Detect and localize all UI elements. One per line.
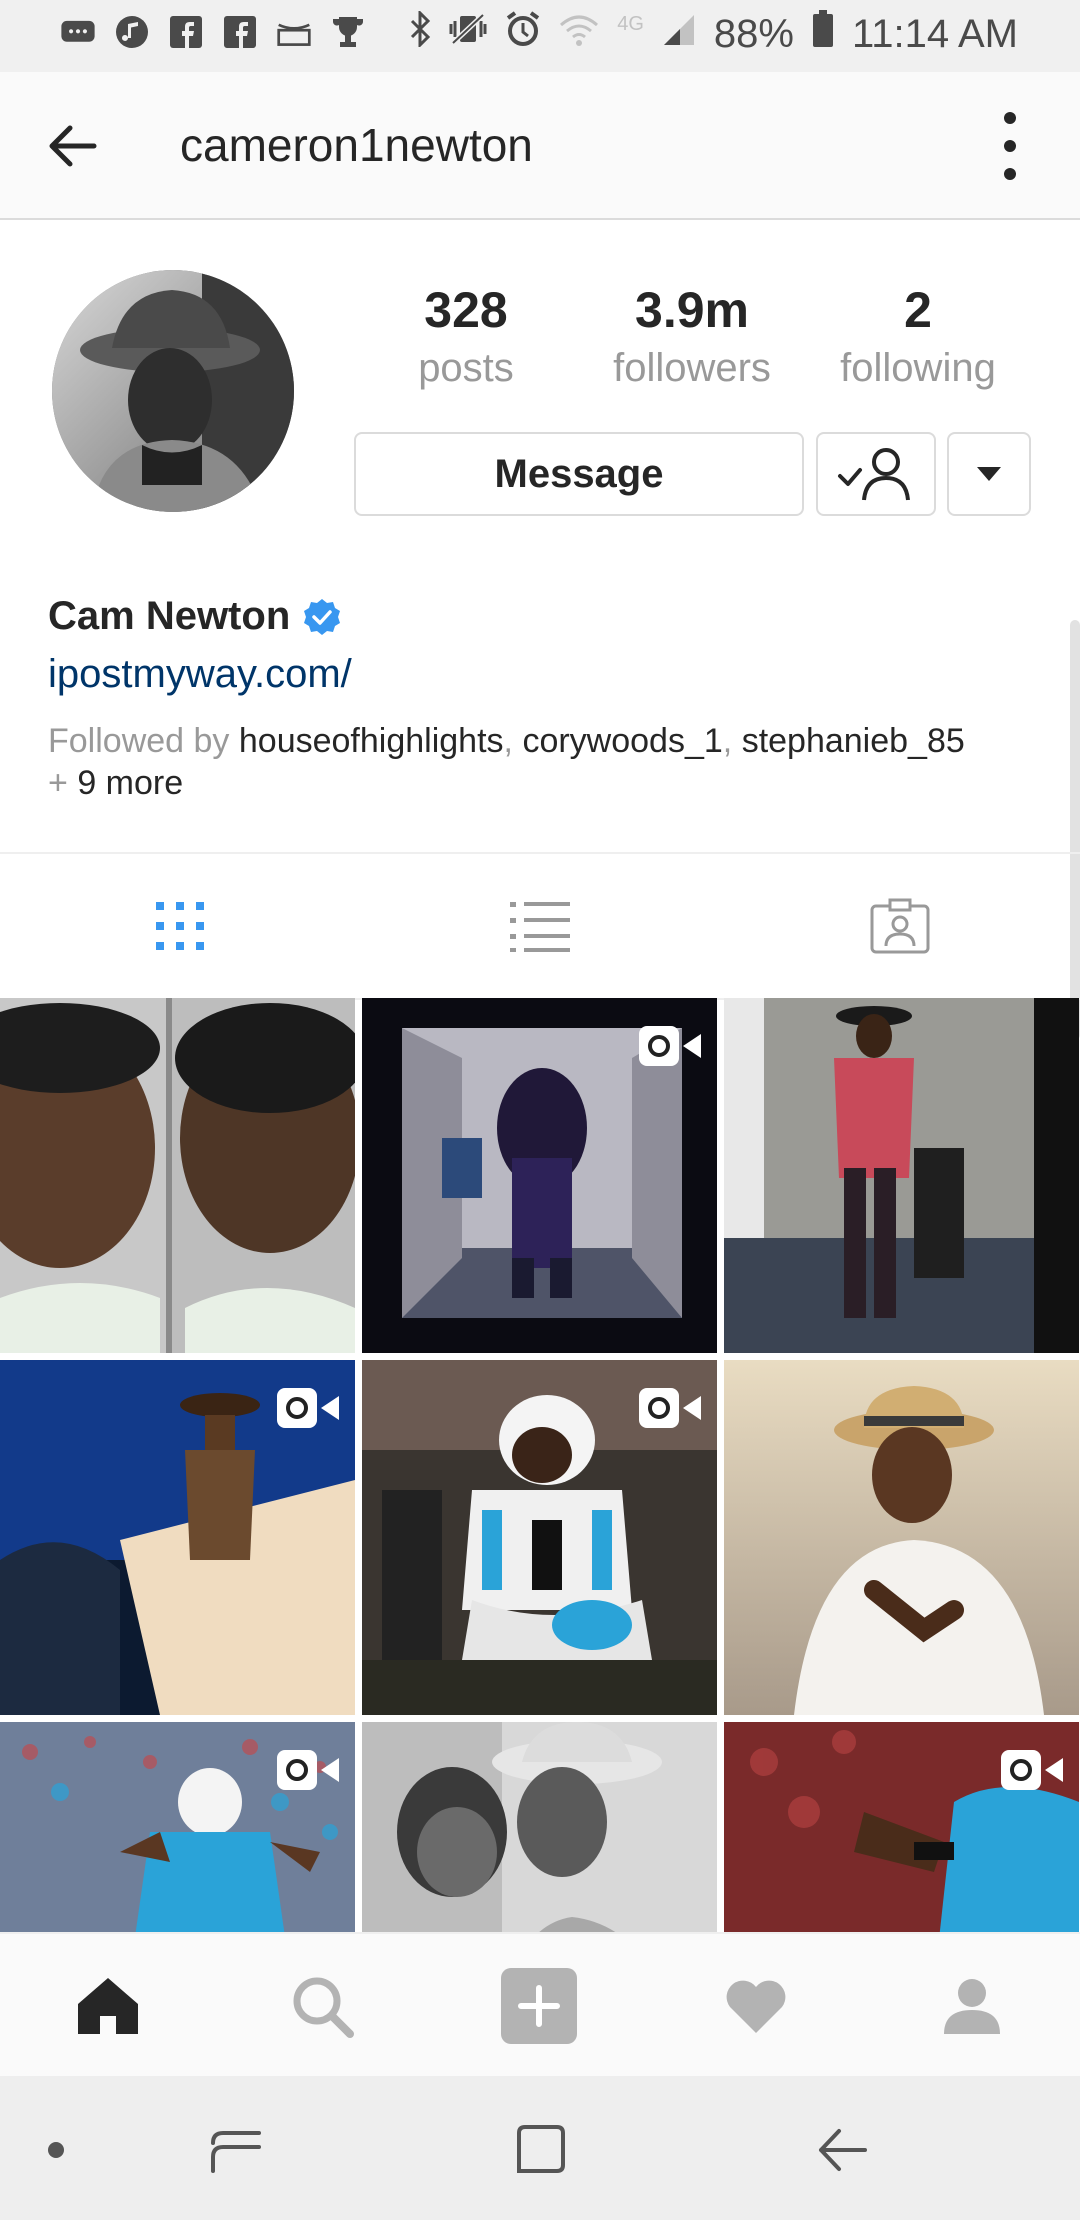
video-indicator-icon xyxy=(637,1386,703,1430)
grid-icon xyxy=(156,902,204,950)
heart-icon xyxy=(726,1980,786,2033)
system-navigation xyxy=(0,2076,1080,2220)
nav-new-post[interactable] xyxy=(499,1966,579,2046)
mutual-follower[interactable]: corywoods_1 xyxy=(522,722,722,760)
nav-home[interactable] xyxy=(68,1966,148,2046)
network-type: 4G xyxy=(617,12,644,35)
profile-icon xyxy=(944,1979,1000,2034)
nav-activity[interactable] xyxy=(716,1966,796,2046)
post-thumbnail[interactable] xyxy=(0,1722,355,1932)
video-indicator-icon xyxy=(275,1748,341,1792)
post-thumbnail[interactable] xyxy=(0,1360,355,1715)
recents-icon xyxy=(211,2131,261,2173)
message-button[interactable]: Message xyxy=(354,432,804,516)
back-icon xyxy=(819,2129,867,2171)
app-header: cameron1newton xyxy=(0,72,1080,220)
caret-down-icon xyxy=(977,467,1001,481)
following-count[interactable]: 2 following xyxy=(818,282,1018,398)
followers-value: 3.9m xyxy=(635,282,749,338)
profile-name: Cam Newton xyxy=(48,594,342,639)
more-prefix: + xyxy=(48,764,78,802)
more-options-button[interactable] xyxy=(980,112,1040,180)
following-status-button[interactable] xyxy=(816,432,936,516)
wifi-icon xyxy=(559,12,599,57)
separator: , xyxy=(503,722,523,760)
video-indicator-icon xyxy=(637,1024,703,1068)
page-title: cameron1newton xyxy=(180,119,533,171)
website-link[interactable]: ipostmyway.com/ xyxy=(48,652,352,697)
post-image xyxy=(362,1722,717,1932)
followed-by[interactable]: Followed by houseofhighlights, corywoods… xyxy=(48,720,1048,804)
home-icon xyxy=(78,1978,138,2034)
following-value: 2 xyxy=(904,282,932,338)
bottom-navigation xyxy=(0,1932,1080,2078)
posts-count: 328 posts xyxy=(366,282,566,398)
add-post-icon xyxy=(501,1968,577,2044)
photo-grid xyxy=(0,998,1080,1932)
verified-badge-icon xyxy=(304,598,341,635)
mutual-follower[interactable]: stephanieb_85 xyxy=(742,722,965,760)
tab-list[interactable] xyxy=(360,854,720,998)
more-followers-link[interactable]: 9 more xyxy=(77,764,183,802)
arrow-left-icon xyxy=(49,125,97,167)
nav-dot-icon xyxy=(26,2120,86,2180)
signal-icon xyxy=(662,12,696,57)
list-icon xyxy=(510,902,570,952)
battery-percent: 88% xyxy=(713,11,794,56)
bluetooth-icon xyxy=(409,9,431,57)
followed-by-prefix: Followed by xyxy=(48,722,239,760)
status-bar: 4G 88% 11:14 AM xyxy=(0,0,1080,72)
followers-count[interactable]: 3.9m followers xyxy=(592,282,792,398)
vibrate-icon xyxy=(449,11,487,57)
post-thumbnail[interactable] xyxy=(724,998,1079,1353)
nav-profile[interactable] xyxy=(932,1966,1012,2046)
post-thumbnail[interactable] xyxy=(362,1360,717,1715)
post-image xyxy=(0,998,355,1353)
facebook-icon xyxy=(168,14,204,50)
post-thumbnail[interactable] xyxy=(724,1722,1079,1932)
battery-icon xyxy=(812,10,834,58)
suggestions-dropdown-button[interactable] xyxy=(947,432,1031,516)
followers-label: followers xyxy=(613,346,771,390)
profile-photo xyxy=(52,270,294,512)
clock: 11:14 AM xyxy=(851,11,1018,56)
alarm-icon xyxy=(505,11,541,57)
video-indicator-icon xyxy=(999,1748,1065,1792)
tab-grid[interactable] xyxy=(0,854,360,998)
post-thumbnail[interactable] xyxy=(362,998,717,1353)
mutual-follower[interactable]: houseofhighlights xyxy=(239,722,504,760)
trophy-icon xyxy=(330,14,366,50)
search-icon xyxy=(293,1977,354,2038)
post-image xyxy=(724,1360,1079,1715)
music-icon xyxy=(114,14,150,50)
back-system-button[interactable] xyxy=(812,2120,872,2180)
posts-value: 328 xyxy=(424,282,508,338)
video-indicator-icon xyxy=(275,1386,341,1430)
posts-label: posts xyxy=(418,346,514,390)
tab-tagged[interactable] xyxy=(720,854,1080,998)
profile-tabs xyxy=(0,852,1080,1000)
post-thumbnail[interactable] xyxy=(0,998,355,1353)
post-thumbnail[interactable] xyxy=(724,1360,1079,1715)
home-button[interactable] xyxy=(510,2120,570,2180)
nav-search[interactable] xyxy=(282,1966,362,2046)
separator: , xyxy=(722,722,742,760)
recents-button[interactable] xyxy=(206,2120,266,2180)
square-icon xyxy=(517,2125,565,2173)
user-check-icon xyxy=(838,448,910,501)
post-image xyxy=(724,998,1079,1353)
post-thumbnail[interactable] xyxy=(362,1722,717,1932)
facebook-icon xyxy=(222,14,258,50)
following-label: following xyxy=(840,346,996,390)
avatar[interactable] xyxy=(52,270,294,512)
display-name: Cam Newton xyxy=(48,594,291,638)
amazon-icon xyxy=(276,14,312,50)
back-button[interactable] xyxy=(42,116,102,176)
tagged-user-icon xyxy=(870,898,930,954)
message-icon xyxy=(60,14,96,50)
more-vertical-icon xyxy=(1004,112,1016,124)
